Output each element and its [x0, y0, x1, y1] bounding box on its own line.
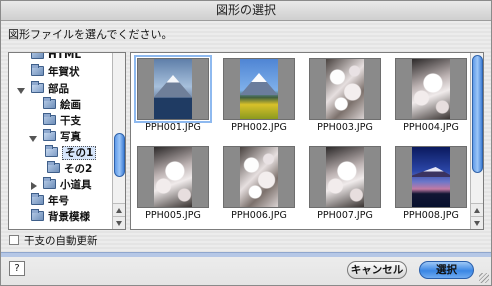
tree-item-haikei-moyo[interactable]: 背景模様 [31, 209, 90, 225]
photo-cherry-blossoms [326, 59, 364, 119]
auto-update-checkbox[interactable] [9, 235, 19, 245]
tree-item-nengajo[interactable]: 年賀状 [31, 64, 80, 80]
tree-scroll-thumb[interactable] [114, 133, 125, 177]
tree-item-label: その2 [64, 163, 93, 175]
tree-item-shashin[interactable]: 写真 [43, 129, 81, 145]
thumbnail-filename: PPH002.JPG [231, 122, 287, 133]
thumbnail-frame [395, 146, 467, 208]
folder-icon [43, 97, 56, 109]
resize-grip-icon[interactable] [479, 273, 489, 283]
tree-item-sono2[interactable]: その2 [47, 161, 93, 177]
cancel-button[interactable]: キャンセル [347, 261, 407, 279]
thumbnail-item[interactable]: PPH001.JPG [133, 55, 213, 140]
tree-item-kaiga[interactable]: 絵画 [43, 97, 81, 113]
prompt-text: 図形ファイルを選んでください。 [8, 28, 173, 41]
thumbnail-filename: PPH008.JPG [403, 210, 459, 221]
tree-item-label: HTML [48, 52, 82, 61]
thumbnail-frame [223, 146, 295, 208]
thumbnail-filename: PPH006.JPG [231, 210, 287, 221]
disclosure-open-icon[interactable] [17, 88, 25, 94]
thumbnail-filename: PPH003.JPG [317, 122, 373, 133]
thumbnail-frame [134, 55, 212, 123]
photo-fuji-flowers [240, 59, 278, 119]
tree-item-label: 部品 [48, 83, 69, 95]
thumbnail-grid[interactable]: PPH001.JPG PPH002.JPG PPH003.JPG PPH004.… [130, 52, 484, 230]
folder-icon [47, 161, 60, 173]
tree-item-label: 干支 [60, 115, 81, 127]
photo-cherry-blossoms [154, 147, 192, 207]
thumbnail-frame [309, 146, 381, 208]
auto-update-label: 干支の自動更新 [24, 235, 98, 247]
tree-item-sono1[interactable]: その1 [45, 145, 97, 161]
thumbnail-item[interactable]: PPH006.JPG [219, 143, 299, 228]
photo-cherry-blossoms [412, 59, 450, 119]
window-title: 図形の選択 [1, 1, 491, 21]
tree-item-label: その1 [62, 146, 97, 160]
tree-item-label: 年号 [48, 195, 69, 207]
auto-update-option[interactable]: 干支の自動更新 [9, 234, 98, 248]
thumbnail-item[interactable]: PPH003.JPG [305, 55, 385, 140]
photo-cherry-blossoms [326, 147, 364, 207]
disclosure-open-icon[interactable] [29, 136, 37, 142]
folder-icon [43, 113, 56, 125]
photo-fuji-night [412, 147, 450, 207]
folder-icon [31, 193, 44, 205]
thumbnail-item[interactable]: PPH002.JPG [219, 55, 299, 140]
folder-icon [31, 209, 44, 221]
scroll-up-icon[interactable] [471, 203, 483, 216]
thumbnail-filename: PPH007.JPG [317, 210, 373, 221]
grid-scrollbar[interactable] [470, 53, 483, 229]
photo-fuji-lake [154, 59, 192, 119]
tree-item-label: 年賀状 [48, 66, 80, 78]
grid-scroll-thumb[interactable] [472, 55, 483, 173]
thumbnail-item[interactable]: PPH004.JPG [391, 55, 471, 140]
thumbnail-filename: PPH004.JPG [403, 122, 459, 133]
tree-item-eto[interactable]: 干支 [43, 113, 81, 129]
thumbnail-frame [395, 58, 467, 120]
scroll-down-icon[interactable] [113, 216, 125, 229]
tree-scrollbar[interactable] [112, 53, 125, 229]
tree-item-buhin[interactable]: 部品 [31, 81, 69, 97]
folder-icon [31, 53, 44, 59]
select-button[interactable]: 選択 [419, 261, 474, 279]
folder-icon [43, 177, 56, 189]
tree-item-nengo[interactable]: 年号 [31, 193, 69, 209]
tree-item-label: 小道具 [60, 179, 92, 191]
scroll-down-icon[interactable] [471, 216, 483, 229]
folder-open-icon [31, 81, 44, 93]
thumbnail-filename: PPH005.JPG [145, 210, 201, 221]
folder-tree[interactable]: HTML 年賀状 部品 絵画 干支 写真 その1 その2 小道具 年号 背景模様 [8, 52, 126, 230]
thumbnail-frame [223, 58, 295, 120]
scroll-up-icon[interactable] [113, 203, 125, 216]
thumbnail-item[interactable]: PPH008.JPG [391, 143, 471, 228]
folder-open-icon [45, 145, 58, 157]
thumbnail-item[interactable]: PPH005.JPG [133, 143, 213, 228]
tree-item-html[interactable]: HTML [31, 52, 82, 63]
thumbnail-frame [309, 58, 381, 120]
tree-item-label: 絵画 [60, 99, 81, 111]
dialog-window: 図形の選択 図形ファイルを選んでください。 HTML 年賀状 部品 絵画 干支 … [0, 0, 492, 286]
bottom-bar [1, 252, 491, 285]
photo-cherry-blossoms [240, 147, 278, 207]
tree-item-label: 写真 [60, 131, 81, 143]
tree-item-kodogu[interactable]: 小道具 [43, 177, 92, 193]
thumbnail-item[interactable]: PPH007.JPG [305, 143, 385, 228]
help-button[interactable]: ? [9, 261, 25, 276]
disclosure-closed-icon[interactable] [31, 182, 37, 190]
thumbnail-filename: PPH001.JPG [145, 122, 201, 133]
thumbnail-frame [137, 146, 209, 208]
folder-open-icon [43, 129, 56, 141]
tree-item-label: 背景模様 [48, 211, 90, 223]
folder-icon [31, 64, 44, 76]
